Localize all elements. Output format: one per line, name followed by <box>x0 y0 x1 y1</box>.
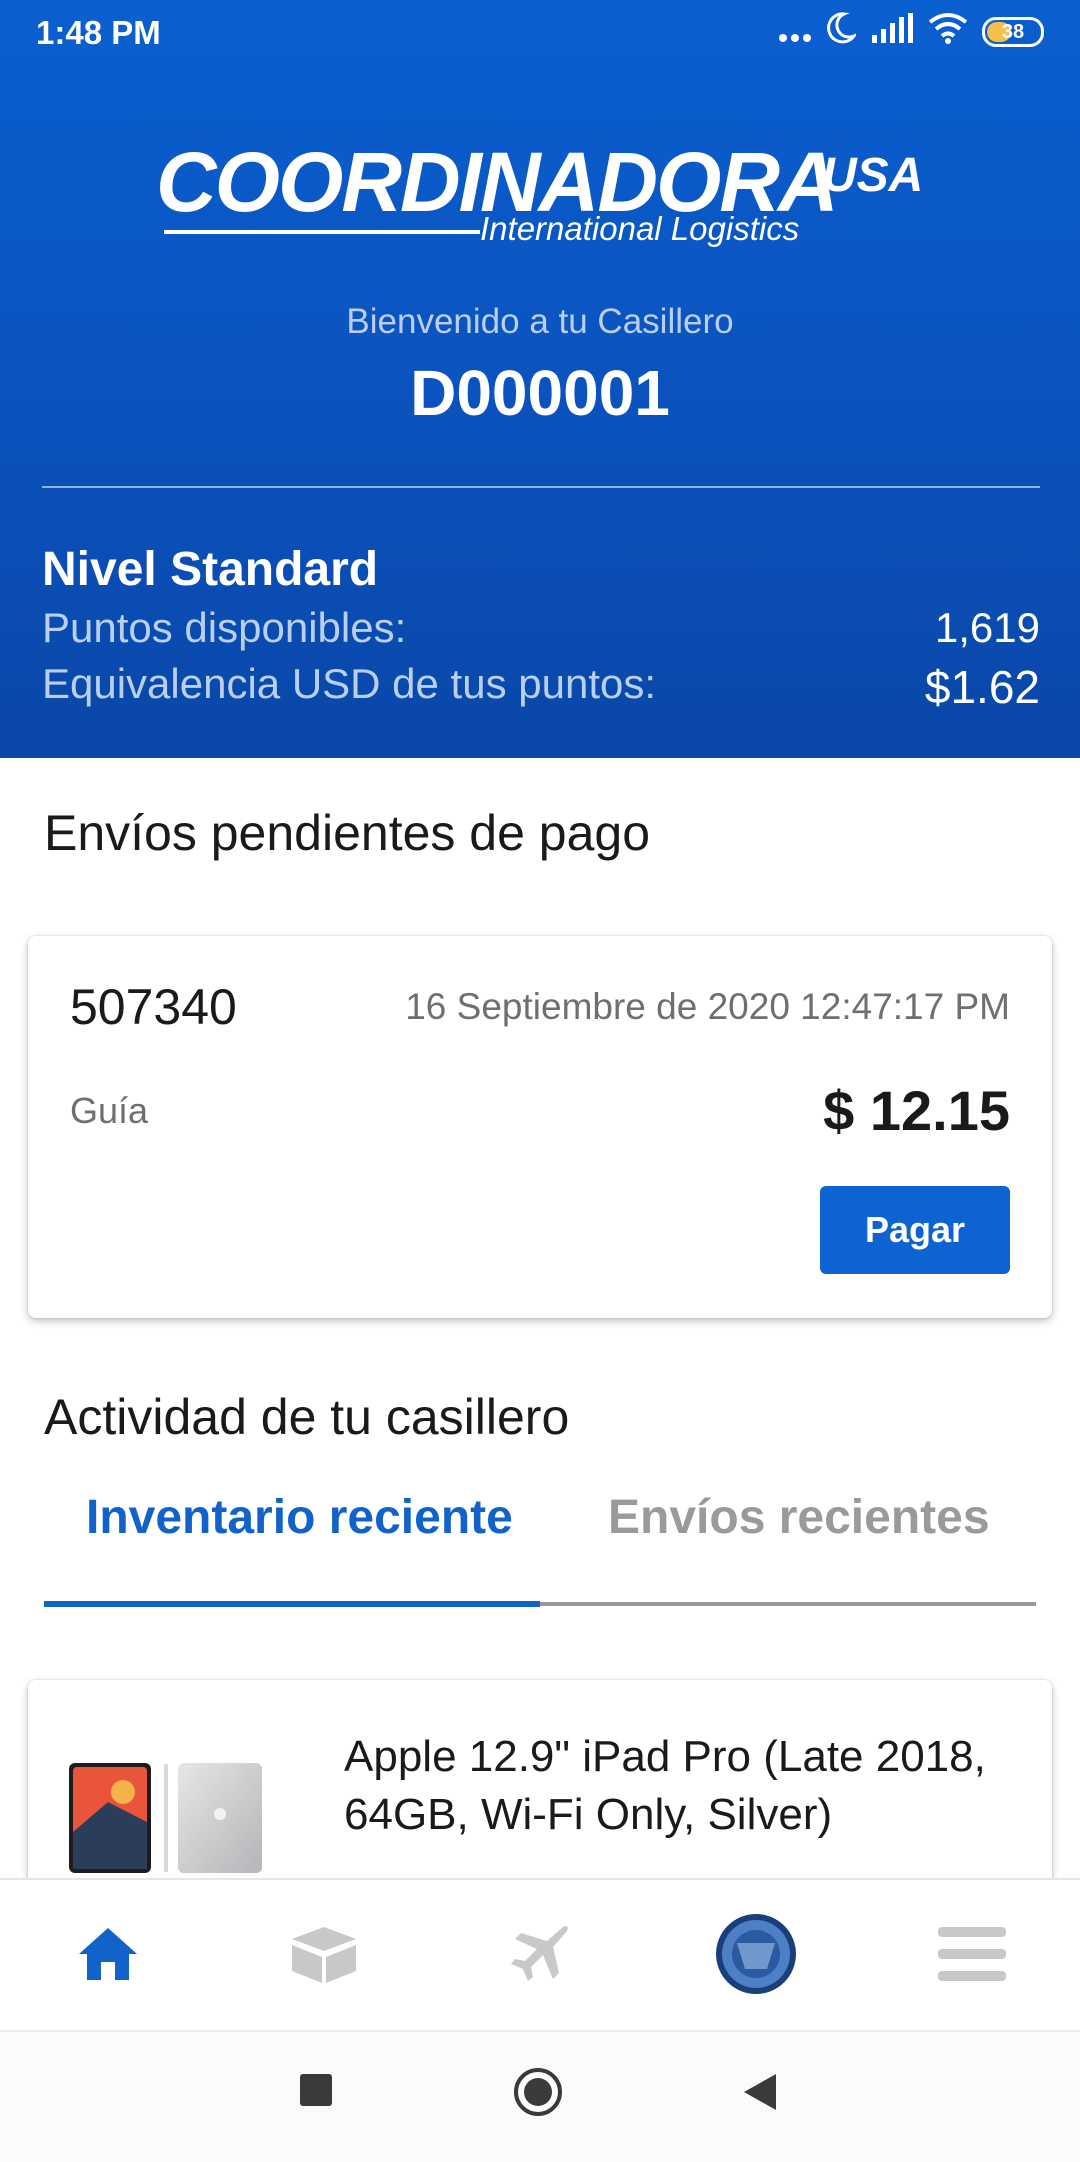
moon-icon <box>826 12 859 52</box>
tab-recent-inventory[interactable]: Inventario reciente <box>86 1490 513 1545</box>
battery-level: 38 <box>1001 20 1025 43</box>
welcome-text: Bienvenido a tu Casillero <box>346 302 734 341</box>
logo-usa-text: USA <box>822 149 924 202</box>
locker-id: D000001 <box>410 357 670 429</box>
tab-recent-shipments[interactable]: Envíos recientes <box>608 1490 990 1545</box>
header-divider <box>42 486 1040 488</box>
inventory-item-name: Apple 12.9" iPad Pro (Late 2018, 64GB, W… <box>344 1732 986 1839</box>
status-bar: 1:48 PM 38 <box>0 0 1080 66</box>
logo-subtitle: International Logistics <box>480 210 800 247</box>
logo-underline <box>164 230 480 234</box>
battery-icon: 38 <box>982 17 1044 47</box>
usd-label: Equivalencia USD de tus puntos: <box>42 660 657 707</box>
header: 1:48 PM 38 COORDINADORA USA Internationa… <box>0 0 1080 758</box>
brand-logo: COORDINADORA USA International Logistics <box>150 140 940 260</box>
signal-icon <box>870 13 914 51</box>
home-icon <box>75 1924 141 1989</box>
package-icon <box>286 1921 362 1992</box>
pending-shipment-card[interactable]: 507340 16 Septiembre de 2020 12:47:17 PM… <box>28 936 1052 1318</box>
more-dots-icon <box>778 13 812 51</box>
shipment-amount: $ 12.15 <box>823 1079 1010 1142</box>
menu-icon <box>936 1925 1008 1988</box>
points-label: Puntos disponibles: <box>42 604 407 651</box>
usd-value: $1.62 <box>924 661 1040 713</box>
status-time: 1:48 PM <box>36 14 161 51</box>
activity-tabs: Inventario reciente Envíos recientes <box>44 1480 1036 1608</box>
back-icon[interactable] <box>742 2072 778 2117</box>
pay-button[interactable]: Pagar <box>820 1186 1010 1274</box>
recents-icon[interactable] <box>298 2072 334 2113</box>
tab-active-indicator <box>44 1601 540 1607</box>
nav-menu[interactable] <box>864 1880 1080 2032</box>
home-circle-icon[interactable] <box>512 2066 564 2123</box>
usd-row: Equivalencia USD de tus puntos: $1.62 <box>42 660 1040 714</box>
airplane-icon <box>507 1921 573 1992</box>
wifi-icon <box>928 12 968 52</box>
activity-section-title: Actividad de tu casillero <box>44 1389 570 1445</box>
guide-label: Guía <box>70 1090 149 1131</box>
nav-packages[interactable] <box>216 1880 432 2032</box>
shipment-number: 507340 <box>70 979 237 1035</box>
bottom-navigation <box>0 1878 1080 2032</box>
nav-home[interactable] <box>0 1880 216 2032</box>
status-icons: 38 <box>778 12 1044 52</box>
profile-avatar <box>715 1913 797 2000</box>
nav-shipments[interactable] <box>432 1880 648 2032</box>
membership-level: Nivel Standard <box>42 543 379 596</box>
nav-profile[interactable] <box>648 1880 864 2032</box>
shipment-date: 16 Septiembre de 2020 12:47:17 PM <box>405 986 1010 1027</box>
product-thumbnail <box>68 1762 264 1874</box>
points-value: 1,619 <box>934 604 1040 651</box>
pending-section-title: Envíos pendientes de pago <box>44 805 651 861</box>
system-navigation-bar <box>0 2030 1080 2162</box>
points-row: Puntos disponibles: 1,619 <box>42 604 1040 652</box>
